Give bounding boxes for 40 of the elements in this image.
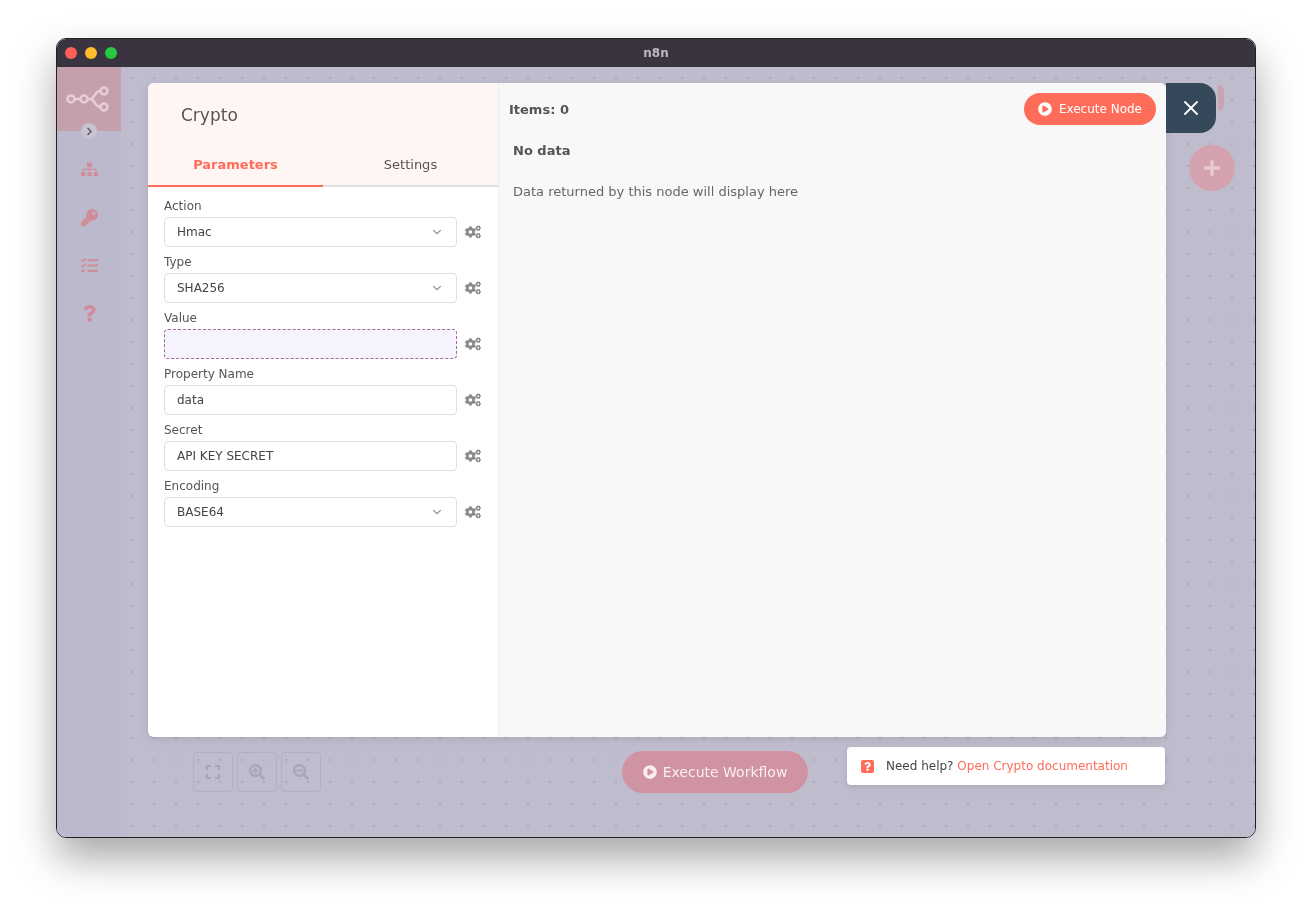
select-field[interactable]: Hmac (164, 217, 457, 247)
gears-icon[interactable] (465, 280, 481, 296)
question-icon (861, 759, 874, 773)
close-button[interactable] (1166, 83, 1216, 133)
gears-icon[interactable] (465, 224, 481, 240)
gears-icon[interactable] (465, 504, 481, 520)
add-node-button[interactable] (1189, 145, 1235, 191)
field-label: Value (164, 311, 198, 325)
zoom-in-icon (249, 764, 265, 780)
field-label: Type (164, 255, 193, 269)
checklist-icon[interactable] (80, 256, 98, 274)
field-label: Secret (164, 423, 204, 437)
play-icon (1037, 102, 1052, 116)
tab[interactable]: Settings (323, 143, 498, 187)
field-label: Property Name (164, 367, 255, 381)
play-icon (642, 765, 657, 779)
node-title: Crypto (180, 104, 239, 127)
minimize-window-button[interactable] (85, 47, 97, 59)
zoom-out-icon (293, 764, 309, 780)
select-field[interactable]: BASE64 (164, 497, 457, 527)
input-field[interactable] (164, 329, 457, 359)
gears-icon[interactable] (465, 448, 481, 464)
plus-icon (1203, 159, 1221, 177)
help-text: Need help? Open Crypto documentation (886, 759, 1128, 773)
input-field[interactable]: data (164, 385, 457, 415)
close-window-button[interactable] (65, 47, 77, 59)
field-label: Encoding (164, 479, 221, 493)
expand-chevron-icon[interactable] (81, 123, 97, 139)
empty-title: No data (513, 143, 572, 158)
items-count: Items: 0 (509, 101, 569, 117)
field-label: Action (164, 199, 203, 213)
nodes-logo-icon (66, 86, 112, 112)
gears-icon[interactable] (465, 392, 481, 408)
select-field[interactable]: SHA256 (164, 273, 457, 303)
zoom-window-button[interactable] (105, 47, 117, 59)
window-title: n8n (643, 46, 669, 60)
gears-icon[interactable] (465, 336, 481, 352)
expand-icon (205, 764, 221, 780)
input-field[interactable]: API KEY SECRET (164, 441, 457, 471)
empty-message: Data returned by this node will display here (513, 184, 799, 199)
